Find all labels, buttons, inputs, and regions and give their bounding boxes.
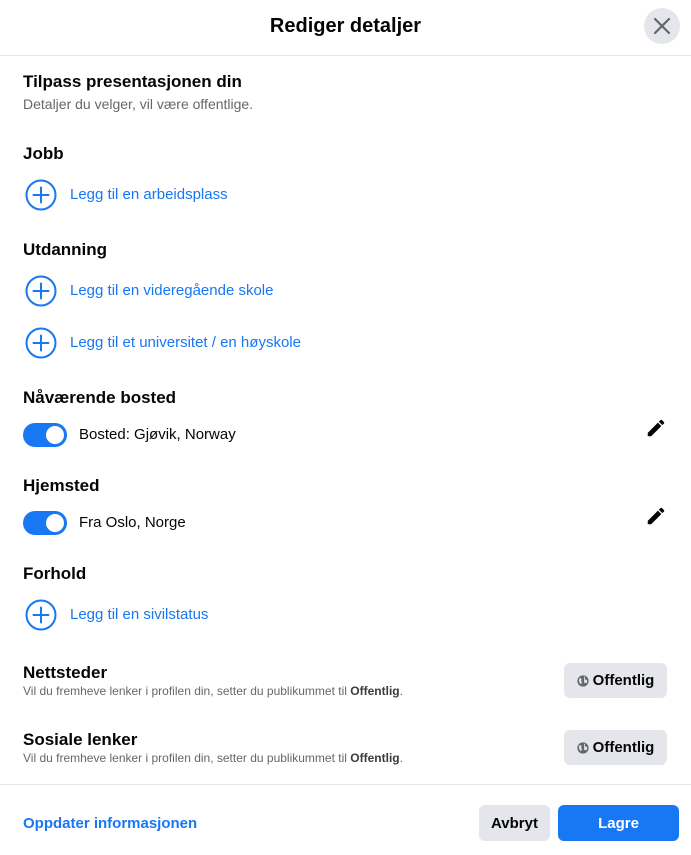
add-relationship-button[interactable]: Legg til en sivilstatus <box>23 597 208 633</box>
save-button[interactable]: Lagre <box>558 805 679 841</box>
dialog-header: Rediger detaljer <box>0 0 691 56</box>
add-highschool-label: Legg til en videregående skole <box>70 282 274 299</box>
hometown-value: Fra Oslo, Norge <box>79 514 186 531</box>
dialog-footer: Oppdater informasjonen Avbryt Lagre <box>0 784 691 855</box>
social-links-audience-label: Offentlig <box>592 739 655 756</box>
add-workplace-button[interactable]: Legg til en arbeidsplass <box>23 177 228 213</box>
globe-icon <box>577 741 589 754</box>
social-links-audience-button[interactable]: Offentlig <box>564 730 667 765</box>
current-city-toggle[interactable] <box>23 423 67 447</box>
intro-title: Tilpass presentasjonen din <box>23 72 242 91</box>
plus-circle-icon <box>24 274 58 308</box>
social-links-description: Vil du fremheve lenker i profilen din, s… <box>23 751 403 765</box>
dialog-title: Rediger detaljer <box>269 15 422 37</box>
plus-circle-icon <box>24 178 58 212</box>
current-city-title: Nåværende bosted <box>23 388 177 407</box>
update-info-link[interactable]: Oppdater informasjonen <box>23 814 197 834</box>
pencil-icon <box>647 419 665 437</box>
add-university-label: Legg til et universitet / en høyskole <box>70 334 301 351</box>
relationship-title: Forhold <box>23 564 87 583</box>
websites-audience-button[interactable]: Offentlig <box>564 663 667 698</box>
add-workplace-label: Legg til en arbeidsplass <box>70 186 228 203</box>
websites-title: Nettsteder <box>23 663 108 682</box>
education-section-title: Utdanning <box>23 240 108 259</box>
toggle-knob <box>46 514 64 532</box>
globe-icon <box>577 674 589 687</box>
pencil-icon <box>647 507 665 525</box>
add-relationship-label: Legg til en sivilstatus <box>70 606 209 623</box>
edit-current-city-button[interactable] <box>644 416 668 440</box>
add-highschool-button[interactable]: Legg til en videregående skole <box>23 273 273 309</box>
dialog-body: Tilpass presentasjonen din Detaljer du v… <box>23 56 668 784</box>
work-section-title: Jobb <box>23 144 64 163</box>
close-button[interactable] <box>644 8 680 44</box>
toggle-knob <box>46 426 64 444</box>
current-city-row: Bosted: Gjøvik, Norway <box>23 419 668 448</box>
plus-circle-icon <box>24 598 58 632</box>
add-university-button[interactable]: Legg til et universitet / en høyskole <box>23 325 301 361</box>
hometown-row: Fra Oslo, Norge <box>23 507 668 536</box>
close-icon <box>653 17 671 35</box>
websites-description: Vil du fremheve lenker i profilen din, s… <box>23 684 403 698</box>
intro-subtitle: Detaljer du velger, vil være offentlige. <box>23 96 254 112</box>
hometown-title: Hjemsted <box>23 476 100 495</box>
websites-audience-label: Offentlig <box>592 672 655 689</box>
current-city-value: Bosted: Gjøvik, Norway <box>79 426 236 443</box>
hometown-toggle[interactable] <box>23 511 67 535</box>
cancel-button[interactable]: Avbryt <box>479 805 550 841</box>
plus-circle-icon <box>24 326 58 360</box>
edit-hometown-button[interactable] <box>644 504 668 528</box>
social-links-title: Sosiale lenker <box>23 730 138 749</box>
